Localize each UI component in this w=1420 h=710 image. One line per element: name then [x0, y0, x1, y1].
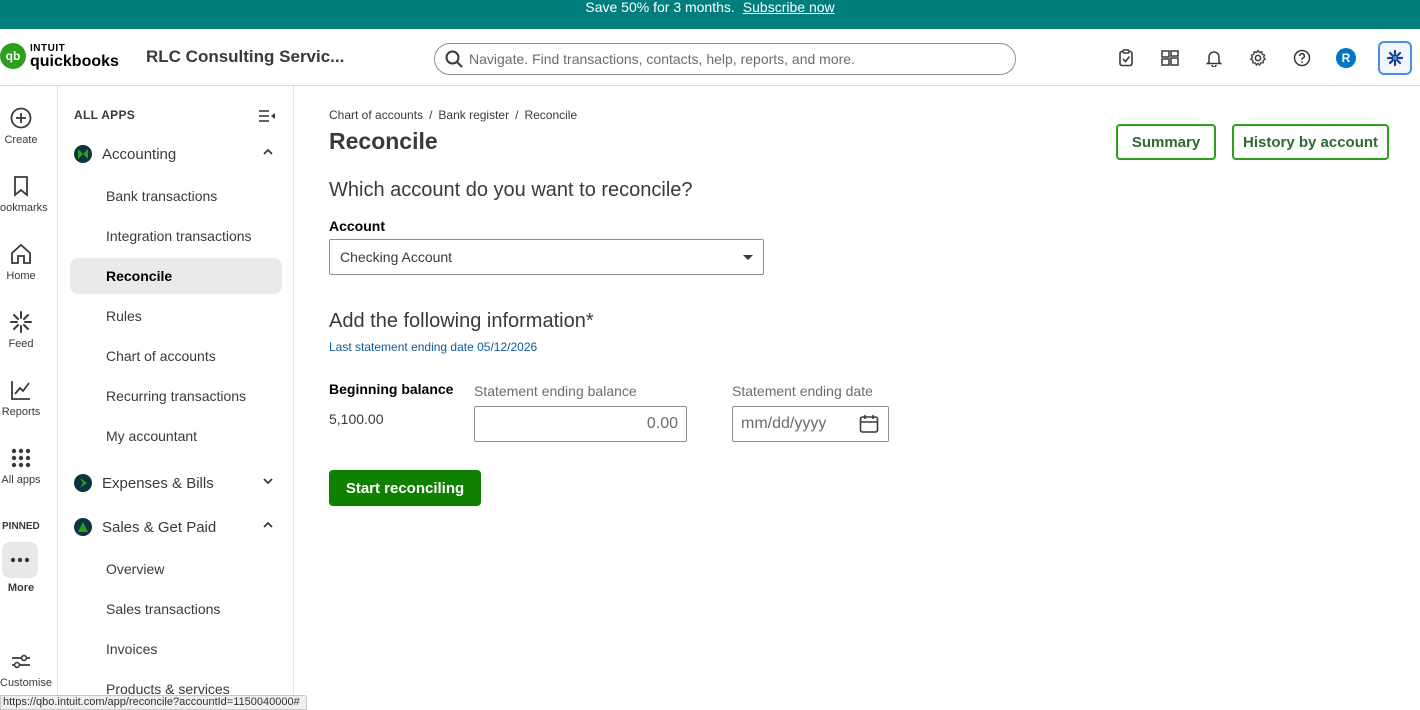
breadcrumb-bank-register[interactable]: Bank register: [438, 108, 509, 122]
gear-icon[interactable]: [1247, 47, 1269, 69]
ending-balance-input[interactable]: [474, 406, 687, 442]
group-expenses-label: Expenses & Bills: [102, 474, 214, 492]
chart-icon: [11, 381, 30, 400]
bookmark-icon: [14, 176, 28, 197]
chevron-up-icon: [263, 148, 273, 155]
sidebar-item-chart-of-accounts[interactable]: Chart of accounts: [70, 338, 282, 374]
global-search[interactable]: [434, 43, 1016, 75]
sidebar-item-sales-transactions[interactable]: Sales transactions: [70, 591, 282, 627]
rail-pinned-heading: PINNED: [2, 521, 40, 532]
rail-bookmarks[interactable]: ookmarks: [0, 174, 48, 214]
all-apps-heading: ALL APPS: [74, 108, 136, 122]
chevron-up-icon: [263, 521, 273, 528]
sidebar-item-reconcile[interactable]: Reconcile: [70, 258, 282, 294]
apps-switch-icon[interactable]: [1159, 47, 1181, 69]
accounting-icon: [74, 145, 92, 163]
history-by-account-button[interactable]: History by account: [1232, 124, 1389, 160]
sidebar-item-overview[interactable]: Overview: [70, 551, 282, 587]
sidebar-item-my-accountant[interactable]: My accountant: [70, 418, 282, 454]
main-content: Chart of accounts / Bank register / Reconcil…: [294, 86, 1420, 710]
breadcrumb-chart-of-accounts[interactable]: Chart of accounts: [329, 108, 423, 122]
rail-bookmarks-label: ookmarks: [0, 202, 48, 214]
plus-circle-icon: [10, 107, 32, 129]
group-accounting-label: Accounting: [102, 145, 177, 163]
group-sales-get-paid[interactable]: Sales & Get Paid: [74, 515, 284, 539]
rail-feed[interactable]: Feed: [0, 310, 42, 350]
rail-more-button[interactable]: [2, 542, 38, 578]
summary-button[interactable]: Summary: [1116, 124, 1216, 160]
sales-icon: [74, 518, 92, 536]
rail-all-apps-label: All apps: [1, 474, 41, 486]
sidebar-item-rules[interactable]: Rules: [70, 298, 282, 334]
qb-logo-mark: qb: [0, 43, 26, 69]
logo-quickbooks-text: quickbooks: [30, 52, 119, 70]
left-rail: Create ookmarks Home Feed Reports All ap…: [0, 86, 58, 710]
rail-feed-label: Feed: [8, 338, 34, 350]
rail-customise[interactable]: Customise: [0, 649, 52, 689]
beginning-balance-label: Beginning balance: [329, 381, 454, 397]
start-reconciling-button[interactable]: Start reconciling: [329, 470, 481, 506]
avatar[interactable]: R: [1336, 48, 1356, 68]
ai-assistant-icon[interactable]: [1378, 41, 1412, 75]
more-dots-icon: [10, 557, 30, 563]
last-statement-date: Last statement ending date 05/12/2026: [329, 340, 538, 354]
promo-text: Save 50% for 3 months.: [585, 0, 735, 15]
app-sidebar: ALL APPS Accounting Bank transactions In…: [58, 86, 294, 710]
rail-customise-label: Customise: [0, 677, 52, 689]
calendar-icon[interactable]: [859, 414, 879, 434]
beginning-balance-value: 5,100.00: [329, 411, 384, 427]
chevron-down-icon: [263, 478, 273, 485]
rail-create[interactable]: Create: [0, 106, 42, 146]
group-expenses-bills[interactable]: Expenses & Bills: [74, 471, 284, 495]
ending-date-field[interactable]: [732, 406, 889, 442]
breadcrumb: Chart of accounts / Bank register / Reconcil…: [329, 108, 578, 122]
quickbooks-logo[interactable]: qb INTUIT quickbooks: [0, 43, 119, 69]
tasks-icon[interactable]: [1115, 47, 1137, 69]
account-label: Account: [329, 218, 385, 234]
sidebar-item-recurring-transactions[interactable]: Recurring transactions: [70, 378, 282, 414]
ending-balance-label: Statement ending balance: [474, 383, 637, 399]
rail-home-label: Home: [6, 270, 36, 282]
status-url: https://qbo.intuit.com/app/reconcile?acc…: [0, 695, 307, 710]
company-name[interactable]: RLC Consulting Servic...: [146, 47, 344, 67]
account-question: Which account do you want to reconcile?: [329, 179, 693, 201]
subscribe-link[interactable]: Subscribe now: [743, 0, 835, 15]
ending-date-input[interactable]: [733, 407, 853, 441]
info-heading: Add the following information*: [329, 310, 594, 332]
group-accounting[interactable]: Accounting: [74, 142, 284, 166]
search-input[interactable]: [469, 51, 989, 67]
logo-intuit-text: INTUIT: [30, 42, 66, 54]
sidebar-item-integration-transactions[interactable]: Integration transactions: [70, 218, 282, 254]
account-select[interactable]: Checking Account: [329, 239, 764, 275]
top-header: qb INTUIT quickbooks RLC Consulting Serv…: [0, 29, 1420, 86]
breadcrumb-reconcile: Reconcile: [524, 108, 578, 122]
rail-reports[interactable]: Reports: [0, 378, 42, 418]
help-icon[interactable]: [1291, 47, 1313, 69]
rail-all-apps[interactable]: All apps: [0, 446, 42, 486]
search-icon: [445, 50, 463, 68]
collapse-sidebar-icon[interactable]: [258, 108, 276, 124]
expenses-icon: [74, 474, 92, 492]
group-sales-label: Sales & Get Paid: [102, 518, 217, 536]
rail-home[interactable]: Home: [0, 242, 42, 282]
rail-more-label: More: [7, 582, 35, 594]
feed-icon: [10, 311, 32, 333]
page-title: Reconcile: [329, 128, 438, 154]
sliders-icon: [12, 654, 30, 669]
account-select-value: Checking Account: [340, 249, 453, 265]
home-icon: [11, 243, 31, 264]
grid-icon: [11, 448, 31, 468]
ending-date-label: Statement ending date: [732, 383, 873, 399]
promo-banner: Save 50% for 3 months. Subscribe now: [0, 0, 1420, 29]
rail-reports-label: Reports: [1, 406, 41, 418]
dropdown-caret-icon: [743, 255, 753, 260]
sidebar-item-bank-transactions[interactable]: Bank transactions: [70, 178, 282, 214]
bell-icon[interactable]: [1203, 47, 1225, 69]
sidebar-item-invoices[interactable]: Invoices: [70, 631, 282, 667]
rail-create-label: Create: [4, 134, 38, 146]
